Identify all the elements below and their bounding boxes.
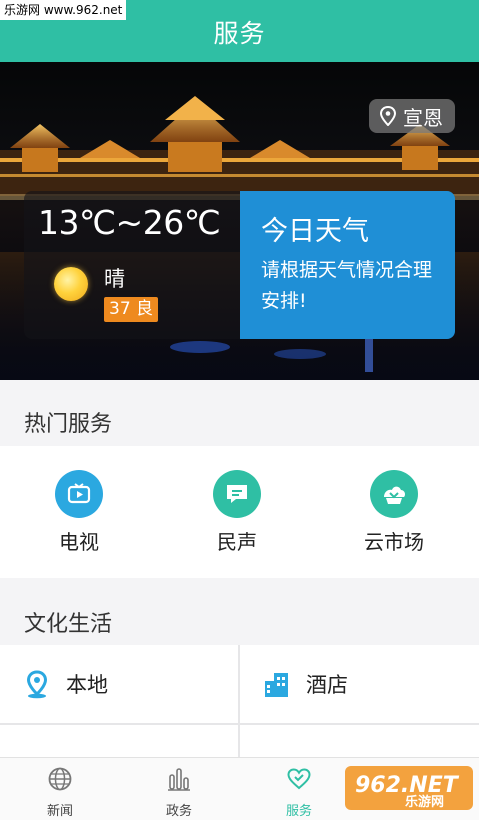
watermark-top: 乐游网 www.962.net	[0, 0, 127, 20]
tab-government-label: 政务	[165, 804, 192, 819]
weather-card[interactable]: 13℃~26℃ 晴 37 良 今日天气 请根据天气情况合理安排!	[24, 191, 455, 339]
culture-hotel[interactable]: 酒店	[240, 645, 479, 723]
culture-row2-left[interactable]	[0, 725, 238, 757]
hot-services-title: 热门服务	[24, 412, 113, 437]
location-icon	[26, 670, 48, 699]
chat-icon	[213, 470, 261, 518]
service-tv[interactable]: 电视	[19, 470, 139, 555]
culture-local-label: 本地	[66, 673, 108, 697]
watermark-sub: 乐游网	[405, 794, 444, 810]
bar-chart-icon	[168, 768, 190, 791]
tab-services[interactable]: 服务	[264, 766, 334, 819]
tab-government[interactable]: 政务	[144, 766, 214, 819]
location-label: 宣恩	[403, 105, 443, 130]
culture-title: 文化生活	[24, 612, 113, 637]
temperature-range: 13℃~26℃	[38, 203, 221, 242]
culture-grid: 本地 酒店	[0, 645, 479, 757]
market-icon	[370, 470, 418, 518]
globe-icon	[48, 767, 72, 791]
service-voice-label: 民声	[217, 530, 257, 554]
sunny-icon	[54, 267, 88, 301]
weather-advice: 今日天气 请根据天气情况合理安排!	[240, 191, 455, 339]
map-pin-icon	[379, 106, 397, 126]
weather-condition: 晴	[104, 267, 125, 291]
hotel-icon	[265, 673, 288, 697]
watermark-logo: 962.NET 乐游网	[345, 760, 475, 816]
hot-services-panel: 电视 民声 云市场	[0, 446, 479, 578]
service-voice[interactable]: 民声	[177, 470, 297, 555]
tab-news[interactable]: 新闻	[25, 766, 95, 819]
service-tv-label: 电视	[59, 530, 99, 554]
service-market[interactable]: 云市场	[334, 470, 454, 555]
location-button[interactable]: 宣恩	[369, 99, 455, 133]
tab-services-label: 服务	[285, 804, 312, 819]
aqi-badge: 37 良	[104, 297, 159, 322]
culture-local[interactable]: 本地	[0, 645, 238, 723]
culture-row2-right[interactable]	[240, 725, 479, 757]
heart-icon	[287, 768, 311, 790]
service-market-label: 云市场	[364, 530, 424, 554]
weather-banner: 宣恩 13℃~26℃ 晴 37 良 今日天气 请根据天气情况合理安排!	[0, 62, 479, 380]
tab-news-label: 新闻	[46, 804, 73, 819]
weather-card-desc: 请根据天气情况合理安排!	[261, 259, 433, 312]
tv-icon	[55, 470, 103, 518]
weather-card-title: 今日天气	[261, 216, 369, 247]
culture-hotel-label: 酒店	[306, 673, 348, 697]
weather-summary: 13℃~26℃ 晴 37 良	[24, 191, 240, 339]
